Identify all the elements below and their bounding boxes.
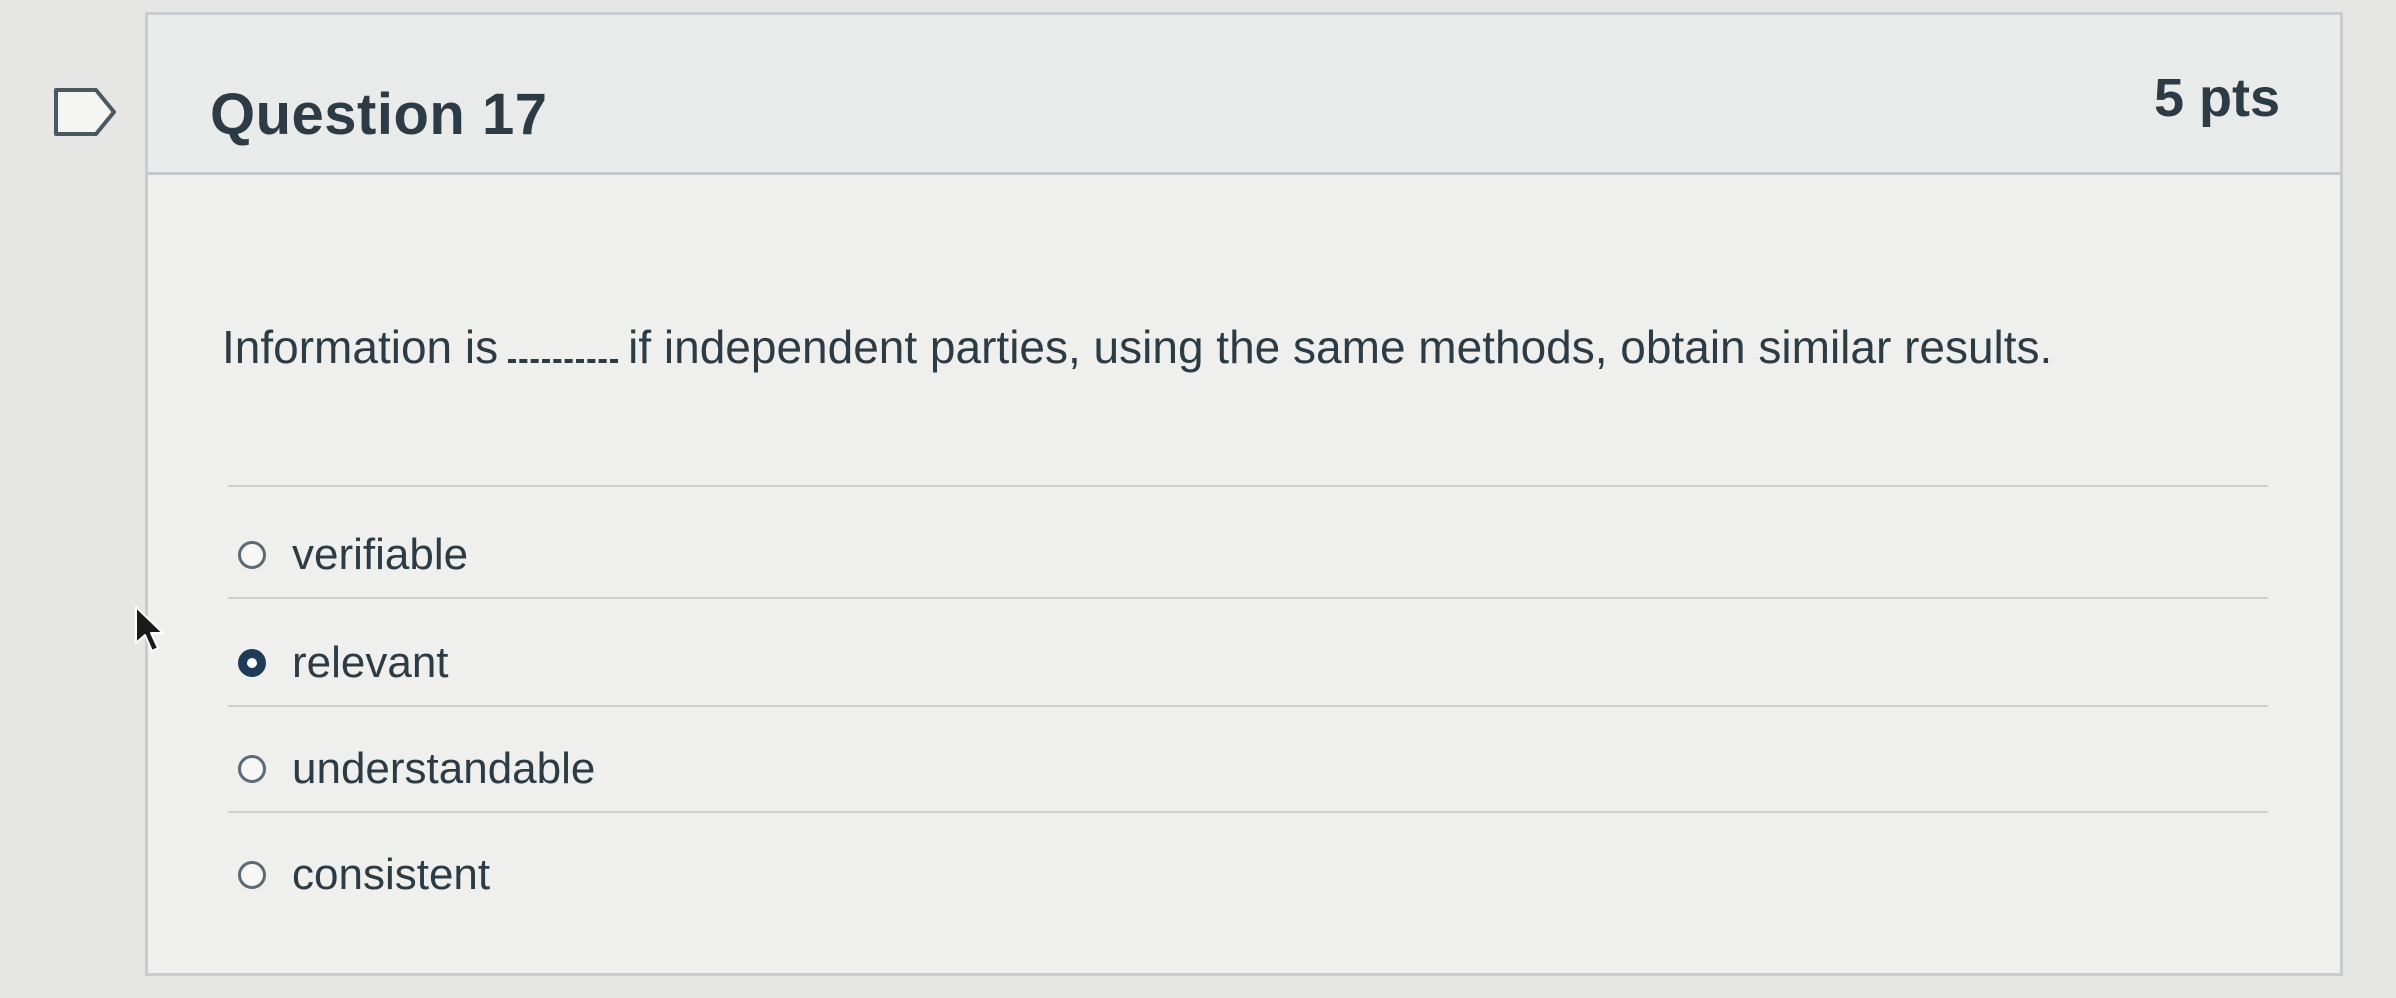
answer-divider <box>228 811 2268 813</box>
flag-question-icon[interactable] <box>52 86 118 138</box>
question-text-before: Information is <box>222 321 499 373</box>
answer-label: verifiable <box>292 530 469 579</box>
answer-label: consistent <box>292 850 491 899</box>
answer-label: understandable <box>292 744 596 793</box>
mouse-pointer-icon <box>135 606 164 652</box>
radio-button[interactable] <box>238 541 266 569</box>
question-text: Information is if independent parties, us… <box>222 320 2052 374</box>
answer-option-understandable[interactable]: understandable <box>238 739 595 799</box>
question-text-after: if independent parties, using the same m… <box>628 321 2053 373</box>
answer-option-consistent[interactable]: consistent <box>238 845 490 905</box>
answers-top-divider <box>228 485 2268 487</box>
radio-button-selected[interactable] <box>238 649 266 677</box>
question-title: Question 17 <box>210 82 548 147</box>
answer-option-verifiable[interactable]: verifiable <box>238 525 468 585</box>
radio-button[interactable] <box>238 861 266 889</box>
answer-divider <box>228 597 2268 599</box>
answer-label: relevant <box>292 638 449 687</box>
radio-button[interactable] <box>238 755 266 783</box>
question-card: Question 17 5 pts Information is if indep… <box>145 12 2343 976</box>
answer-divider <box>228 705 2268 707</box>
answer-option-relevant[interactable]: relevant <box>238 633 449 693</box>
question-header: Question 17 5 pts <box>148 15 2340 175</box>
question-points: 5 pts <box>2153 68 2280 128</box>
fill-in-blank <box>508 351 619 363</box>
